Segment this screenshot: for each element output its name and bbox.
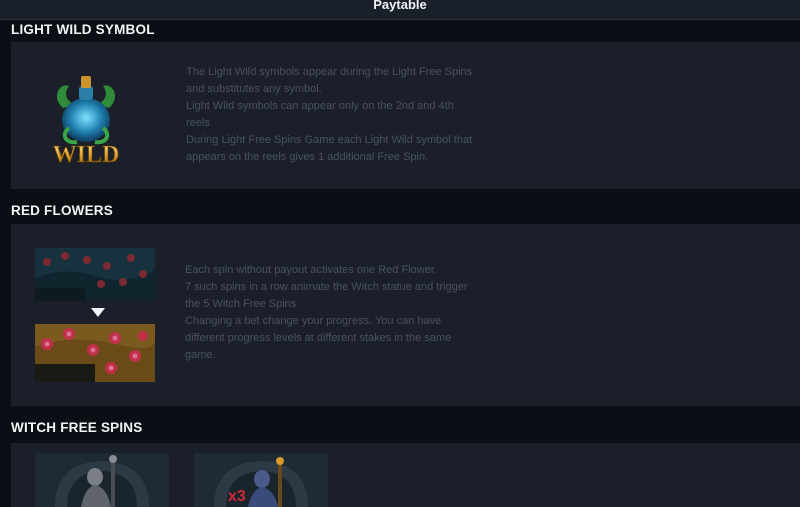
- section-title-red-flowers: RED FLOWERS: [11, 203, 113, 218]
- arrow-down-icon: [91, 308, 105, 318]
- flowers-inactive-image: [35, 248, 155, 301]
- witch-multiplier-image: x3: [194, 453, 328, 507]
- page-title: Paytable: [373, 0, 427, 12]
- red-flowers-panel: Each spin without payout activates one R…: [11, 224, 800, 406]
- witch-free-spins-panel: x3: [11, 443, 800, 507]
- flowers-active-image: [35, 324, 155, 382]
- section-title-witch-free-spins: WITCH FREE SPINS: [11, 420, 143, 435]
- light-wild-panel: WILD The Light Wild symbols appear durin…: [11, 42, 800, 189]
- section-title-light-wild: LIGHT WILD SYMBOL: [11, 22, 155, 37]
- light-wild-description: The Light Wild symbols appear during the…: [186, 66, 473, 163]
- wild-symbol-icon: WILD: [41, 68, 131, 168]
- red-flowers-description: Each spin without payout activates one R…: [185, 264, 468, 361]
- paytable-header: Paytable: [0, 0, 800, 20]
- wild-symbol-text: WILD: [53, 142, 120, 168]
- witch-statue-image: [35, 453, 169, 507]
- multiplier-badge: x3: [228, 488, 246, 505]
